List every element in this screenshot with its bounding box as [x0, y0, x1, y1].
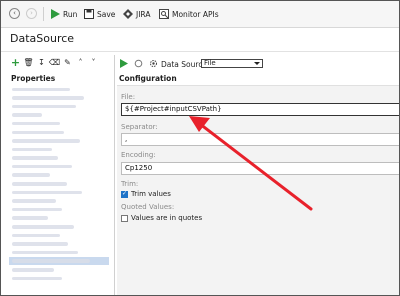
app-window: ‹ › Run Save JIRA Monitor APIs DataSourc…: [0, 0, 400, 296]
annotation-arrow: [189, 116, 313, 211]
